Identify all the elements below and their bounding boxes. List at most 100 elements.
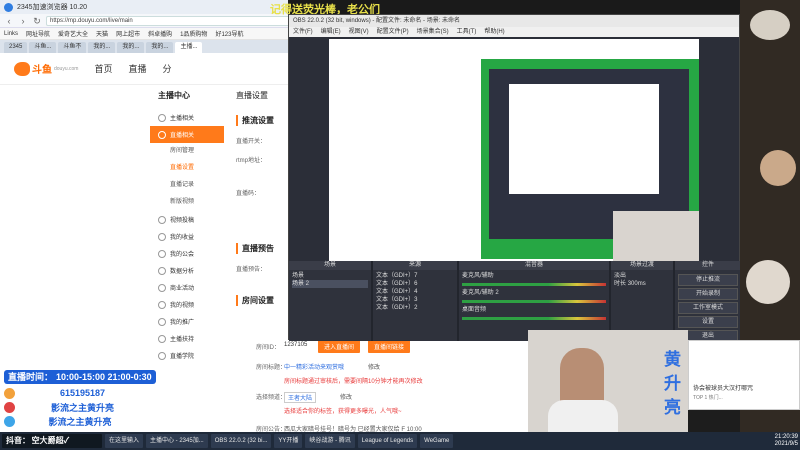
taskbar-app[interactable]: YY开播 <box>274 434 303 448</box>
forward-icon[interactable]: › <box>18 16 28 26</box>
bookmark-item[interactable]: 网址导航 <box>26 29 50 38</box>
video-icon <box>158 130 166 139</box>
sidebar-item[interactable]: 我的推广 <box>150 313 230 330</box>
film-icon <box>158 300 166 309</box>
sidebar-subitem-records[interactable]: 直播记录 <box>150 177 230 194</box>
bookmark-item[interactable]: Links <box>4 31 18 37</box>
taskbar-app[interactable]: League of Legends <box>357 434 418 448</box>
browser-tab-active[interactable]: 主播... <box>175 42 203 53</box>
bookmark-item[interactable]: 1品质购物 <box>180 29 207 38</box>
bookmark-item[interactable]: 天猫 <box>96 29 108 38</box>
controls-panel-title: 控件 <box>675 261 741 270</box>
sidebar-item-label: 视频投稿 <box>170 218 195 224</box>
qq-label: 水友群： <box>18 388 55 399</box>
browser-tab[interactable]: 斗鱼不 <box>58 42 87 53</box>
nav-category[interactable]: 分 <box>163 62 172 75</box>
sidebar-item[interactable]: 我的收益 <box>150 228 230 245</box>
site-header: 斗鱼 douyu.com 首页 直播 分 <box>0 53 300 85</box>
sidebar-item[interactable]: 商业活动 <box>150 279 230 296</box>
qq-value: 615195187 <box>57 388 109 398</box>
taskbar-clock[interactable]: 21:20:39 2021/9/5 <box>775 434 798 448</box>
name-vertical: 黄 升 亮 <box>664 350 681 418</box>
edit-room-name-link[interactable]: 修改 <box>368 362 380 371</box>
name-char: 黄 <box>664 350 681 369</box>
studio-mode-button[interactable]: 工作室模式 <box>678 302 738 314</box>
bookmark-item[interactable]: 好123导航 <box>215 29 243 38</box>
obs-menubar: 文件(F) 编辑(E) 视图(V) 配置文件(P) 场景集合(S) 工具(T) … <box>289 27 739 37</box>
browser-tab[interactable]: 我的... <box>117 42 145 53</box>
audio-meter[interactable] <box>462 283 606 286</box>
edit-category-link[interactable]: 修改 <box>340 392 352 401</box>
obs-window: OBS 22.0.2 (32 bit, windows) - 配置文件: 未命名… <box>288 14 741 342</box>
douyin-label: 抖音： <box>6 436 30 445</box>
obs-menu-item[interactable]: 帮助(H) <box>484 27 504 37</box>
scene-item[interactable]: 场景 <box>292 272 368 280</box>
start-recording-button[interactable]: 开始录制 <box>678 288 738 300</box>
taskbar-app[interactable]: 峡谷战游 - 腾讯 <box>305 434 355 448</box>
taskbar-search[interactable]: 在这里输入 <box>105 434 144 448</box>
obs-menu-item[interactable]: 文件(F) <box>293 27 313 37</box>
transition-select[interactable]: 淡出 <box>614 272 670 280</box>
refresh-icon[interactable]: ↻ <box>32 16 42 26</box>
obs-menu-item[interactable]: 编辑(E) <box>321 27 341 37</box>
taskbar-app[interactable]: 主播中心 - 2345加... <box>146 434 208 448</box>
browser-tab[interactable]: 我的... <box>146 42 174 53</box>
douyu-logo[interactable]: 斗鱼 douyu.com <box>14 61 78 76</box>
sidebar-subitem-room[interactable]: 房间管理 <box>150 143 230 160</box>
settings-button[interactable]: 设置 <box>678 316 738 328</box>
obs-titlebar: OBS 22.0.2 (32 bit, windows) - 配置文件: 未命名… <box>289 15 739 27</box>
news-popup[interactable]: 协会被球员大汉打哪咒 TOP 1 热门... <box>688 340 800 410</box>
source-item[interactable]: 文本（GDI+）4 <box>376 288 454 296</box>
browser-logo-icon <box>4 2 13 12</box>
sidebar-item[interactable]: 视频投稿 <box>150 211 230 228</box>
sidebar-item[interactable]: 数据分析 <box>150 262 230 279</box>
browser-tab[interactable]: 我的... <box>88 42 116 53</box>
popup-title: 协会被球员大汉打哪咒 <box>693 386 754 392</box>
duration-input[interactable]: 300ms <box>628 281 646 287</box>
bg-shape <box>746 260 790 304</box>
browser-tab[interactable]: 斗鱼... <box>29 42 57 53</box>
taskbar-app[interactable]: WeGame <box>420 434 454 448</box>
source-item[interactable]: 文本（GDI+）2 <box>376 304 454 312</box>
bookmark-item[interactable]: 网上超市 <box>116 29 140 38</box>
obs-menu-item[interactable]: 配置文件(P) <box>377 27 409 37</box>
mixer-channel-name: 麦克风/辅助 2 <box>462 290 499 296</box>
source-item[interactable]: 文本（GDI+）7 <box>376 272 454 280</box>
url-input[interactable]: https://mp.douyu.com/live/main <box>46 15 296 26</box>
bookmark-item[interactable]: 斜卓播购 <box>148 29 172 38</box>
sidebar-subitem-video[interactable]: 新版视频 <box>150 194 230 211</box>
copy-link-button[interactable]: 直播间链接 <box>368 340 411 353</box>
sidebar-item-anchor[interactable]: 主播相关 <box>150 109 230 126</box>
transitions-panel: 场景过渡 淡出 时长 300ms <box>611 261 673 341</box>
taskbar-app[interactable]: OBS 22.0.2 (32 bi... <box>210 434 272 448</box>
source-item[interactable]: 文本（GDI+）3 <box>376 296 454 304</box>
nav-live[interactable]: 直播 <box>128 62 146 75</box>
bilibili-row: B站： 影流之主黄升亮 <box>4 414 115 428</box>
source-item[interactable]: 文本（GDI+）6 <box>376 280 454 288</box>
obs-menu-item[interactable]: 场景集合(S) <box>417 27 449 37</box>
browser-tab[interactable]: 2345 <box>4 42 28 53</box>
audio-meter[interactable] <box>462 317 606 320</box>
sidebar-item[interactable]: 我的公会 <box>150 245 230 262</box>
audio-meter[interactable] <box>462 300 606 303</box>
bookmark-item[interactable]: 爱奇艺大全 <box>58 29 88 38</box>
weibo-icon <box>4 401 15 413</box>
scene-item[interactable]: 场景 2 <box>292 280 368 288</box>
obs-menu-item[interactable]: 视图(V) <box>349 27 369 37</box>
sidebar-item[interactable]: 直播学院 <box>150 347 230 364</box>
popup-subtitle: TOP 1 热门... <box>693 395 723 401</box>
obs-menu-item[interactable]: 工具(T) <box>457 27 477 37</box>
sidebar-subitem-settings[interactable]: 直播设置 <box>150 160 230 177</box>
sidebar-item[interactable]: 我的视频 <box>150 296 230 313</box>
category-select[interactable]: 王者大陆 <box>284 392 317 403</box>
stop-stream-button[interactable]: 停止推流 <box>678 274 738 286</box>
enter-room-button[interactable]: 进入直播间 <box>318 340 361 353</box>
obs-preview[interactable] <box>329 39 699 267</box>
nav-home[interactable]: 首页 <box>94 62 112 75</box>
back-icon[interactable]: ‹ <box>4 16 14 26</box>
sidebar-item-live[interactable]: 直播相关 <box>150 126 224 143</box>
room-settings-form: 房间ID： 1237105 进入直播间 直播间链接 房间标题： 中一精彩活动来观… <box>256 340 530 433</box>
sidebar-item[interactable]: 主播扶持 <box>150 330 230 347</box>
transitions-panel-title: 场景过渡 <box>611 261 673 270</box>
sidebar-item-label: 主播相关 <box>170 116 195 122</box>
